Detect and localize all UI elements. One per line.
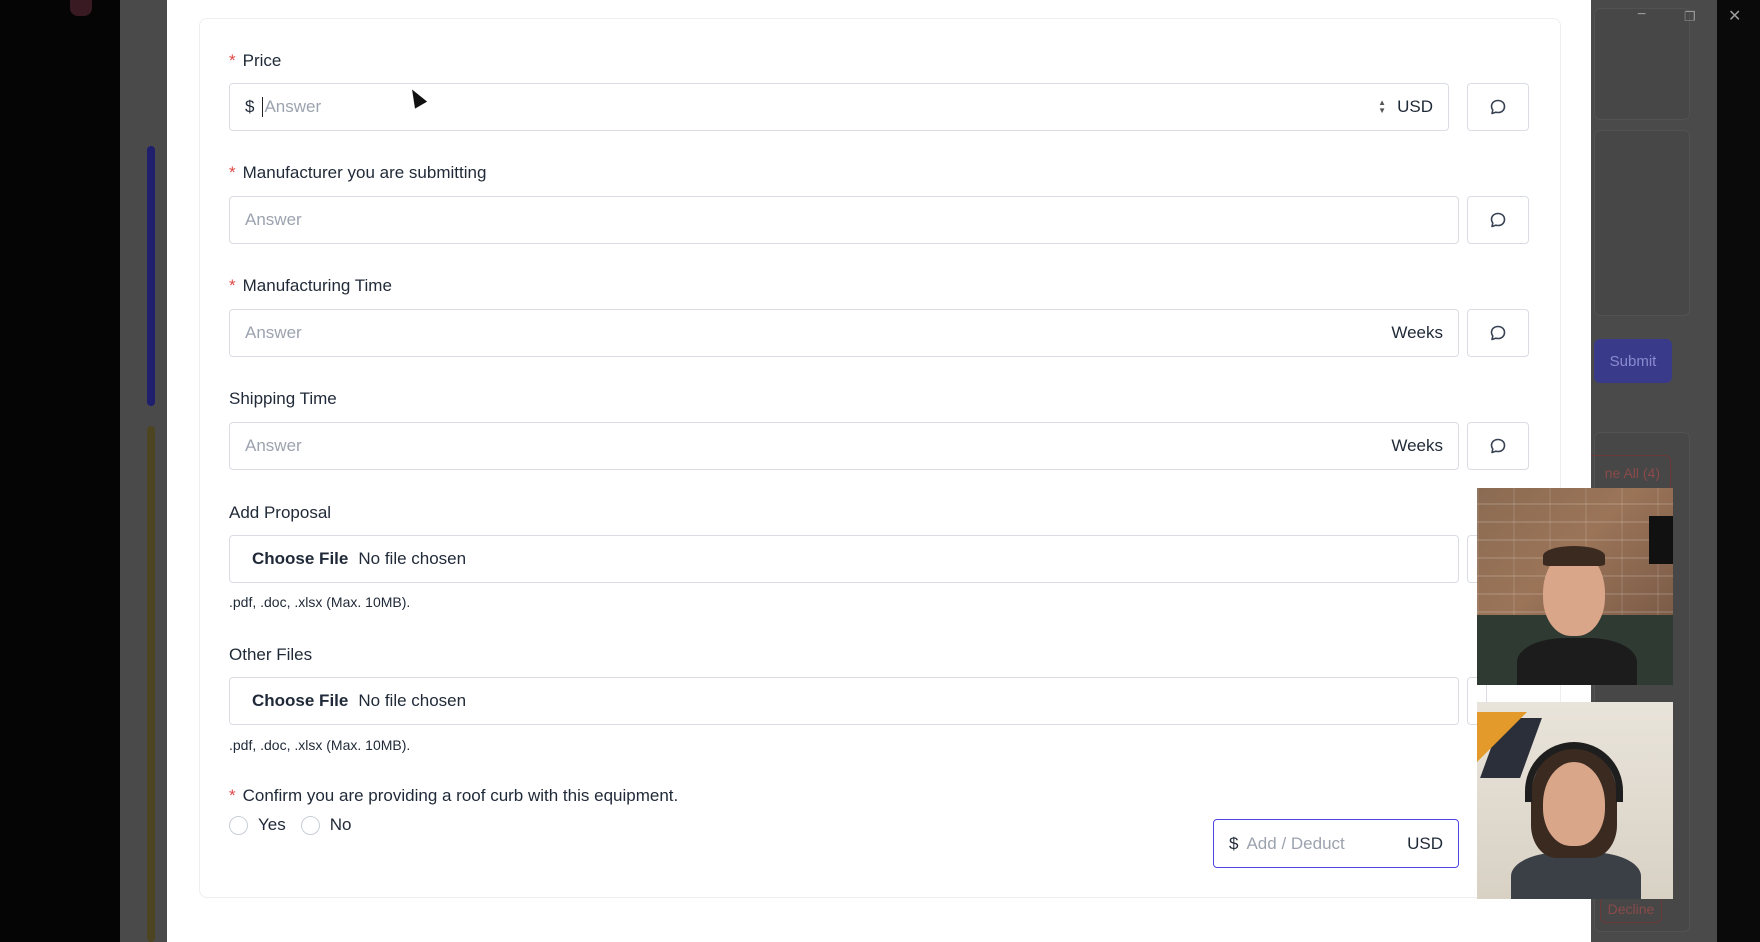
shipping-time-comment-button[interactable] — [1467, 422, 1529, 470]
close-icon[interactable]: ✕ — [1728, 6, 1741, 26]
currency-prefix: $ — [1229, 833, 1239, 853]
weeks-unit: Weeks — [1391, 323, 1443, 342]
choose-file-button[interactable]: Choose File — [252, 691, 348, 711]
required-marker: * — [229, 276, 236, 295]
radio-yes-label[interactable]: Yes — [258, 815, 286, 835]
shipping-time-label: Shipping Time — [229, 389, 337, 408]
required-marker: * — [229, 51, 236, 70]
restore-icon[interactable]: ❐ — [1684, 9, 1696, 25]
other-files-file-input[interactable]: Choose File No file chosen — [229, 677, 1459, 725]
file-status: No file chosen — [358, 549, 467, 568]
comment-icon — [1490, 99, 1506, 115]
price-comment-button[interactable] — [1467, 83, 1529, 131]
file-status: No file chosen — [358, 691, 467, 710]
background-decline-button: Decline — [1600, 895, 1662, 923]
manufacturer-input[interactable]: Answer — [229, 196, 1459, 244]
radio-no-label[interactable]: No — [330, 815, 352, 835]
app-logo — [70, 0, 92, 16]
manufacturer-placeholder: Answer — [245, 210, 302, 229]
required-marker: * — [229, 163, 236, 182]
background-card — [1594, 8, 1690, 120]
background-right-edge — [1717, 0, 1760, 942]
manufacturing-time-comment-button[interactable] — [1467, 309, 1529, 357]
background-sidebar — [0, 0, 120, 942]
weeks-unit: Weeks — [1391, 436, 1443, 455]
background-decline-all-button: ne All (4) — [1580, 455, 1671, 491]
background-accent-strip — [147, 146, 155, 406]
webcam-feed — [1477, 488, 1673, 685]
other-files-label: Other Files — [229, 645, 313, 664]
file-type-hint: .pdf, .doc, .xlsx (Max. 10MB). — [229, 594, 411, 610]
webcam-feed — [1477, 702, 1673, 899]
manufacturer-label: * Manufacturer you are submitting — [229, 163, 487, 182]
add-proposal-label: Add Proposal — [229, 503, 332, 522]
roof-curb-label: * Confirm you are providing a roof curb w… — [229, 786, 679, 805]
comment-icon — [1490, 212, 1506, 228]
proposal-modal: * Price $ Answer ▲ ▼ USD * Manufacturer you… — [167, 0, 1591, 942]
add-deduct-input[interactable]: $ Add / Deduct USD — [1213, 819, 1459, 868]
manufacturing-time-placeholder: Answer — [245, 323, 302, 342]
shipping-time-placeholder: Answer — [245, 436, 302, 455]
comment-icon — [1490, 325, 1506, 341]
required-marker: * — [229, 786, 236, 805]
spinner-arrows-icon[interactable]: ▲ ▼ — [1378, 99, 1386, 115]
manufacturing-time-input[interactable]: Answer Weeks — [229, 309, 1459, 357]
add-deduct-placeholder: Add / Deduct — [1246, 833, 1345, 853]
currency-prefix: $ — [245, 97, 255, 116]
price-placeholder: Answer — [262, 97, 1378, 117]
background-card — [1594, 130, 1690, 316]
roof-curb-radio-group: Yes No — [229, 815, 366, 835]
currency-unit: USD — [1407, 833, 1443, 853]
add-proposal-file-input[interactable]: Choose File No file chosen — [229, 535, 1459, 583]
background-accent-strip — [147, 426, 155, 942]
background-submit-button: Submit — [1594, 339, 1672, 383]
choose-file-button[interactable]: Choose File — [252, 549, 348, 569]
comment-icon — [1490, 438, 1506, 454]
file-type-hint: .pdf, .doc, .xlsx (Max. 10MB). — [229, 737, 411, 753]
radio-yes[interactable] — [229, 815, 248, 835]
currency-unit: USD — [1397, 97, 1433, 116]
shipping-time-input[interactable]: Answer Weeks — [229, 422, 1459, 470]
minimize-icon[interactable]: − — [1637, 6, 1646, 24]
manufacturer-comment-button[interactable] — [1467, 196, 1529, 244]
manufacturing-time-label: * Manufacturing Time — [229, 276, 392, 295]
radio-no[interactable] — [300, 815, 320, 835]
price-label: * Price — [229, 51, 282, 70]
